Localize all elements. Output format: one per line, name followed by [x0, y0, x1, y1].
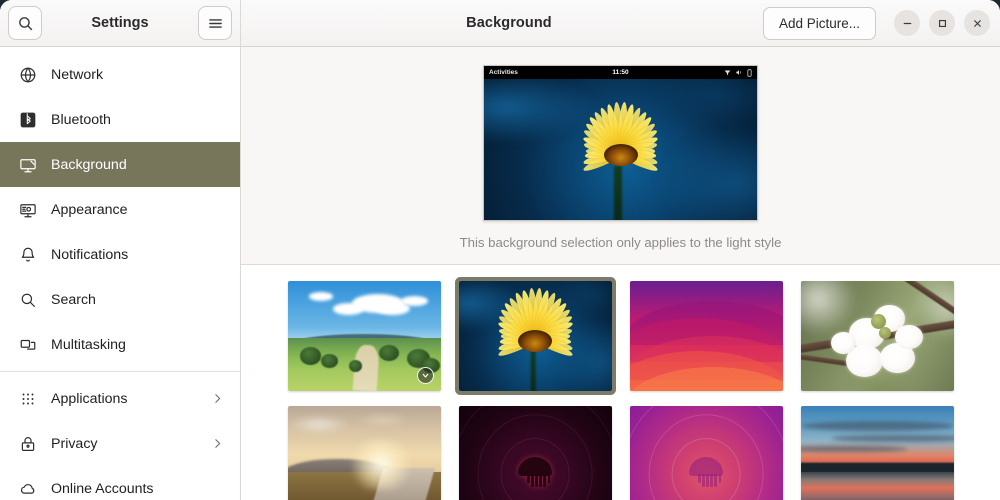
wallpaper-grid-section [241, 265, 1000, 500]
wallpaper-image [287, 406, 441, 500]
sidebar: Network Bluetooth Background Appearance Noti… [0, 47, 241, 500]
sidebar-item-appearance[interactable]: Appearance [0, 187, 240, 232]
wallpaper-image [629, 281, 783, 391]
wallpaper-variant-badge[interactable] [416, 367, 434, 384]
wallpaper-thumbnail-purple-orange-waves[interactable] [629, 281, 783, 391]
hamburger-menu-icon [208, 18, 222, 28]
appearance-icon [20, 203, 36, 217]
window-controls [894, 10, 990, 36]
sidebar-item-label: Bluetooth [51, 111, 111, 128]
style-hint-text: This background selection only applies t… [459, 235, 782, 250]
wallpaper-thumbnail-yellow-flower[interactable] [458, 281, 612, 391]
preview-section: Activities 11:50 This background selecti… [241, 47, 1000, 265]
sidebar-item-multitasking[interactable]: Multitasking [0, 322, 240, 367]
network-icon [724, 70, 731, 76]
main-menu-button[interactable] [198, 6, 232, 40]
preview-clock: 11:50 [612, 69, 629, 76]
lock-icon [14, 435, 42, 453]
monitor-icon [20, 158, 36, 172]
settings-title: Settings [91, 15, 149, 31]
wallpaper-image [458, 281, 612, 391]
sidebar-item-applications[interactable]: Applications [0, 376, 240, 421]
wallpaper-thumbnail-white-cherry-blossom[interactable] [800, 281, 954, 391]
wallpaper-image [458, 406, 612, 500]
wallpaper-image [800, 281, 954, 391]
search-button[interactable] [8, 6, 42, 40]
wallpaper-preview: Activities 11:50 [483, 65, 758, 221]
minimize-icon [903, 22, 911, 24]
globe-icon [14, 66, 42, 84]
wallpaper-thumbnail-green-hills-landscape[interactable] [287, 281, 441, 391]
window-body: Network Bluetooth Background Appearance Noti… [0, 47, 1000, 500]
sidebar-item-label: Multitasking [51, 336, 126, 353]
sidebar-item-search[interactable]: Search [0, 277, 240, 322]
sidebar-item-label: Background [51, 156, 127, 173]
wallpaper-thumbnail-jammy-jellyfish-dark[interactable] [458, 406, 612, 500]
close-button[interactable] [964, 10, 990, 36]
appearance-icon [14, 201, 42, 219]
page-title: Background [466, 15, 552, 31]
sidebar-item-online-accounts[interactable]: Online Accounts [0, 466, 240, 500]
sidebar-item-label: Network [51, 66, 104, 83]
minimize-button[interactable] [894, 10, 920, 36]
cloud-icon [20, 483, 35, 494]
bell-icon [14, 246, 42, 264]
sidebar-item-privacy[interactable]: Privacy [0, 421, 240, 466]
bluetooth-icon [20, 112, 36, 127]
sidebar-item-label: Appearance [51, 201, 128, 218]
sidebar-item-background[interactable]: Background [0, 142, 240, 187]
sidebar-item-network[interactable]: Network [0, 52, 240, 97]
wallpaper-image [800, 406, 954, 500]
header-right-pane: Background Add Picture... [241, 0, 1000, 46]
wallpaper-thumbnail-golden-sunset-road[interactable] [287, 406, 441, 500]
grid-dots-icon [14, 390, 42, 408]
chevron-right-icon [211, 437, 228, 450]
wallpaper-grid [241, 281, 1000, 500]
globe-icon [20, 67, 36, 82]
add-picture-button[interactable]: Add Picture... [762, 6, 876, 40]
windows-icon [14, 336, 42, 354]
sidebar-item-label: Search [51, 291, 96, 308]
chevron-down-icon [422, 373, 428, 378]
bluetooth-icon [14, 111, 42, 129]
bell-icon [21, 247, 35, 262]
sidebar-item-label: Privacy [51, 435, 98, 452]
battery-icon [747, 68, 752, 77]
close-icon [973, 19, 981, 27]
content-area: Activities 11:50 This background selecti… [241, 47, 1000, 500]
wallpaper-thumbnail-jammy-jellyfish-light[interactable] [629, 406, 783, 500]
chevron-right-icon [211, 392, 228, 405]
maximize-button[interactable] [929, 10, 955, 36]
sidebar-item-label: Applications [51, 390, 128, 407]
preview-top-bar: Activities 11:50 [484, 66, 757, 79]
preview-status-icons [724, 68, 752, 77]
header-left-pane: Settings [0, 0, 241, 46]
wallpaper-thumbnail-lake-sunset[interactable] [800, 406, 954, 500]
sidebar-item-label: Notifications [51, 246, 129, 263]
grid-dots-icon [22, 393, 34, 404]
monitor-icon [14, 156, 42, 174]
settings-window: Settings Background Add Picture... Netwo… [0, 0, 1000, 500]
search-icon [18, 16, 32, 30]
sidebar-item-notifications[interactable]: Notifications [0, 232, 240, 277]
search-icon [14, 291, 42, 309]
sidebar-item-label: Online Accounts [51, 480, 154, 497]
windows-icon [20, 339, 36, 350]
search-icon [21, 293, 35, 307]
cloud-icon [14, 480, 42, 498]
lock-icon [21, 436, 35, 451]
header-bar: Settings Background Add Picture... [0, 0, 1000, 47]
maximize-icon [938, 19, 946, 27]
sidebar-divider [0, 371, 240, 372]
volume-icon [736, 70, 741, 75]
wallpaper-image [629, 406, 783, 500]
sidebar-item-bluetooth[interactable]: Bluetooth [0, 97, 240, 142]
preview-wallpaper-image [484, 79, 757, 220]
